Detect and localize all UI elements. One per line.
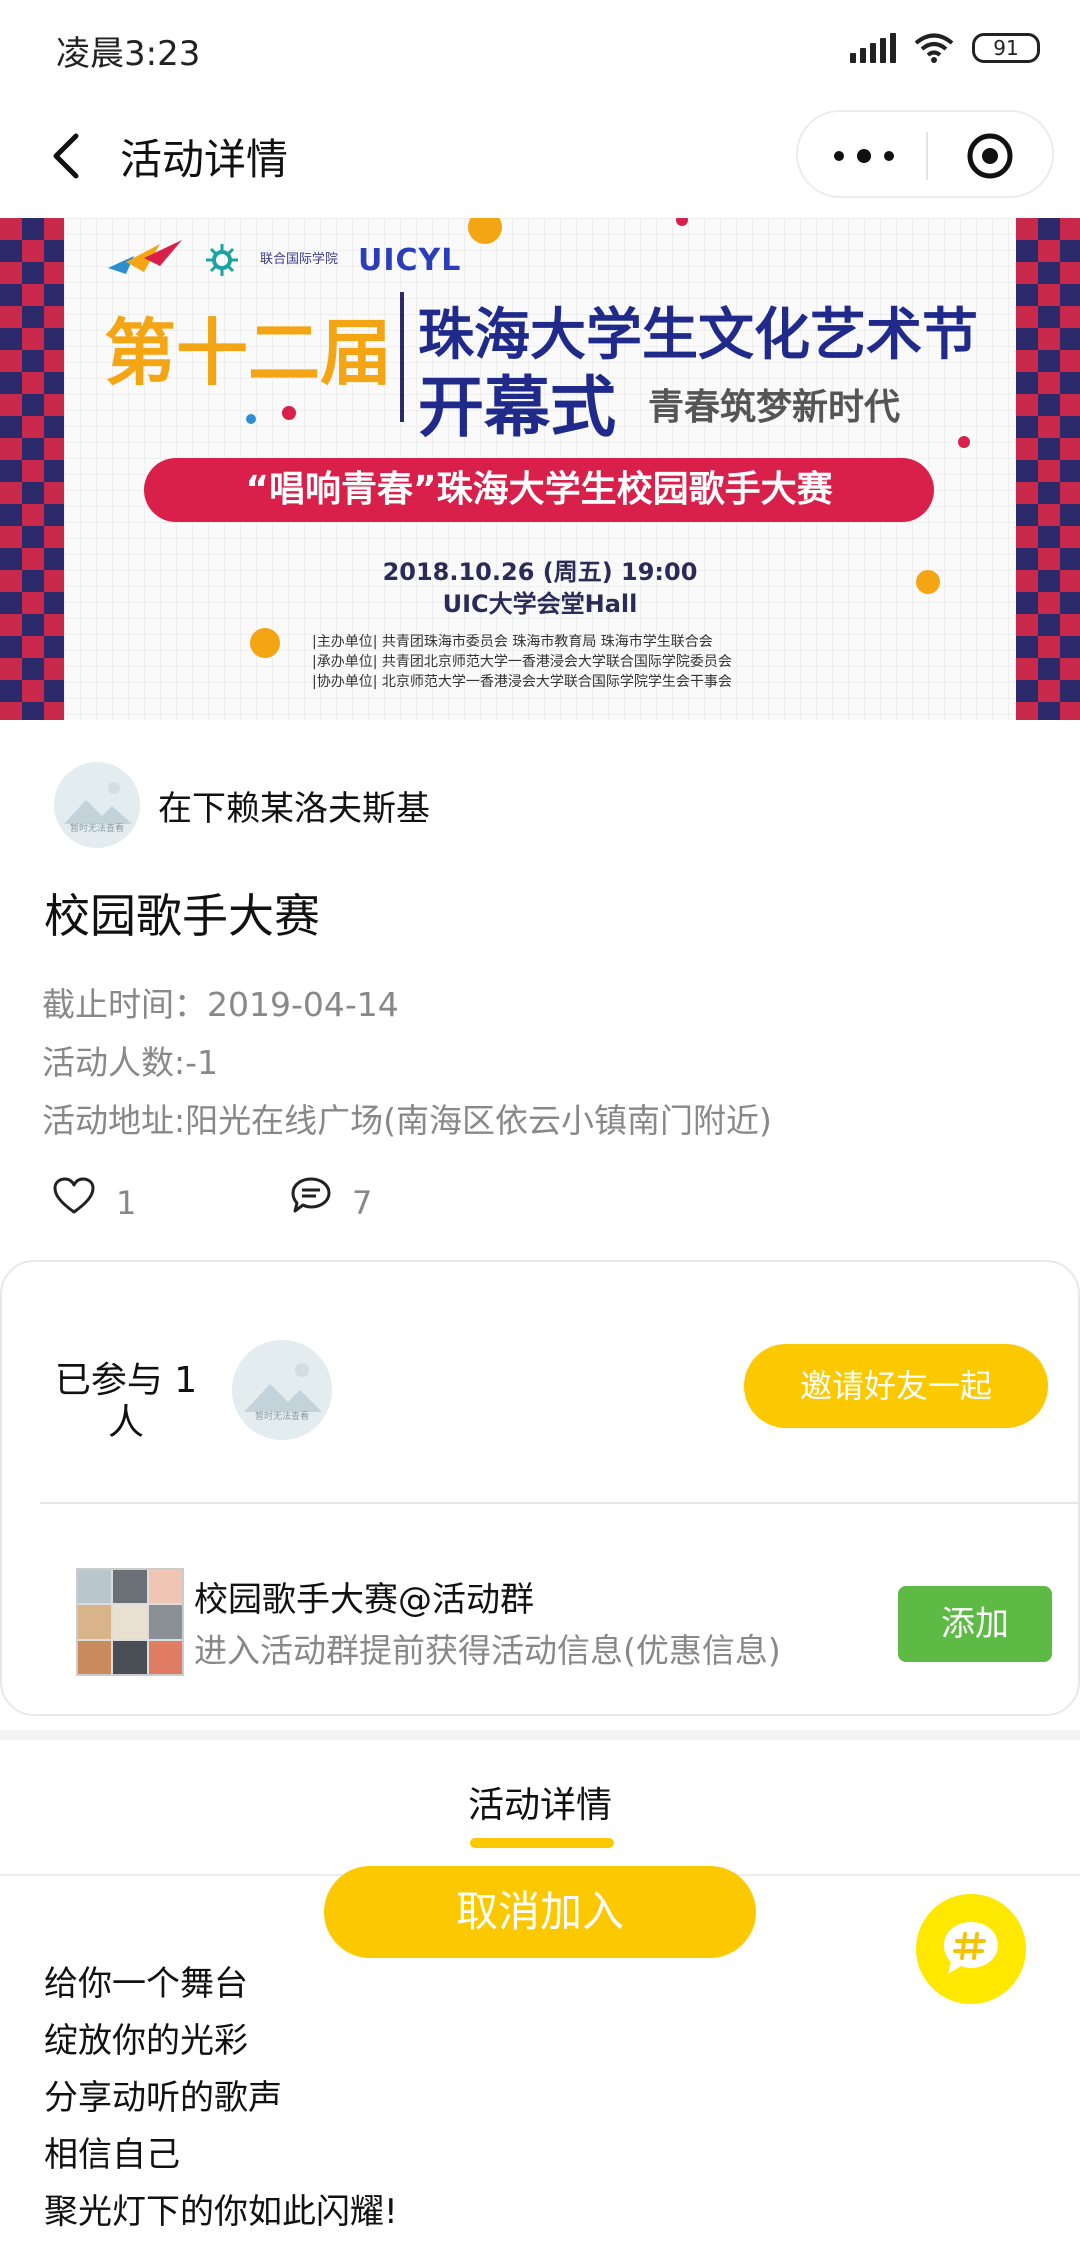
capsule-menu	[796, 110, 1054, 198]
banner-opening: 开幕式	[418, 369, 616, 446]
activity-address: 活动地址:阳光在线广场(南海区依云小镇南门附近)	[42, 1101, 772, 1140]
activity-deadline: 截止时间：2019-04-14	[42, 985, 399, 1024]
banner-dot	[282, 406, 296, 420]
like-count: 1	[116, 1184, 137, 1222]
card-divider	[40, 1502, 1080, 1504]
banner-slogan: 青春筑梦新时代	[648, 387, 901, 428]
org-host: |主办单位| 共青团珠海市委员会 珠海市教育局 珠海市学生联合会	[312, 634, 713, 650]
banner-divider	[400, 292, 404, 422]
banner-venue: UIC大学会堂Hall	[442, 590, 638, 618]
author-row[interactable]: 暂时无法查看 在下赖某洛夫斯基	[54, 762, 430, 848]
activity-description: 给你一个舞台 绽放你的光彩 分享动听的歌声 相信自己 聚光灯下的你如此闪耀!	[44, 1956, 398, 2241]
heart-icon	[53, 1177, 95, 1214]
banner-checker-right	[1016, 218, 1080, 720]
target-icon[interactable]	[966, 132, 1014, 180]
org-undertake: |承办单位| 共青团北京师范大学一香港浸会大学联合国际学院委员会	[312, 654, 732, 670]
banner-contest-ribbon: “唱响青春”珠海大学生校园歌手大赛	[144, 458, 934, 522]
banner-organizers: |主办单位| 共青团珠海市委员会 珠海市教育局 珠海市学生联合会 |承办单位| …	[312, 632, 732, 692]
banner-dot	[250, 628, 280, 658]
group-thumbnail[interactable]	[76, 1568, 184, 1676]
activity-title: 校园歌手大赛	[44, 889, 320, 943]
banner-dot	[246, 414, 256, 424]
activity-banner: 联合国际学院 UICYL 第十二届 珠海大学生文化艺术节 开幕式 青春筑梦新时代…	[0, 218, 1080, 720]
college-name: 联合国际学院	[260, 252, 339, 267]
banner-dot	[958, 436, 970, 448]
avatar: 暂时无法查看	[54, 762, 140, 848]
status-time: 凌晨3:23	[56, 34, 201, 74]
college-logo-icon	[206, 244, 238, 276]
description-line: 相信自己	[44, 2135, 180, 2175]
description-line: 分享动听的歌声	[44, 2078, 282, 2118]
author-name: 在下赖某洛夫斯基	[158, 788, 430, 829]
battery-icon: 91	[972, 33, 1040, 63]
like-button[interactable]: 1	[52, 1166, 136, 1226]
group-description: 进入活动群提前获得活动信息(优惠信息)	[194, 1631, 781, 1670]
add-group-button[interactable]: 添加	[898, 1586, 1052, 1662]
comment-count: 7	[352, 1184, 373, 1222]
joined-count-label: 已参与 1 人	[54, 1360, 198, 1443]
org-assist: |协办单位| 北京师范大学一香港浸会大学联合国际学院学生会干事会	[312, 674, 732, 690]
bird-logo-icon	[108, 240, 182, 274]
participant-avatar[interactable]: 暂时无法查看	[232, 1340, 332, 1440]
wifi-icon	[914, 33, 954, 63]
description-line: 聚光灯下的你如此闪耀!	[44, 2192, 398, 2232]
description-line: 给你一个舞台	[44, 1964, 248, 2004]
group-name: 校园歌手大赛@活动群	[194, 1580, 534, 1620]
invite-friends-button[interactable]: 邀请好友一起	[744, 1344, 1048, 1428]
uicyl-logo: UICYL	[358, 242, 462, 278]
cancel-join-button[interactable]: 取消加入	[324, 1866, 756, 1958]
description-line: 绽放你的光彩	[44, 2021, 248, 2061]
back-icon[interactable]	[38, 126, 98, 186]
avatar-placeholder-text: 暂时无法查看	[254, 1412, 309, 1422]
avatar-placeholder-text: 暂时无法查看	[69, 824, 124, 834]
banner-checker-left	[0, 218, 64, 720]
activity-count: 活动人数:-1	[42, 1043, 219, 1082]
capsule-divider	[926, 132, 928, 180]
chat-fab-button[interactable]	[916, 1894, 1026, 2004]
more-dots-icon[interactable]	[834, 112, 894, 200]
comment-icon	[291, 1177, 331, 1213]
status-bar: 凌晨3:23 91	[0, 0, 1080, 96]
tab-active-indicator	[470, 1838, 614, 1848]
banner-datetime: 2018.10.26 (周五) 19:00	[382, 558, 698, 586]
banner-edition: 第十二届	[104, 311, 393, 395]
chat-hash-icon	[944, 1922, 998, 1974]
status-icons: 91	[850, 26, 1040, 70]
signal-icon	[850, 33, 896, 63]
tab-activity-detail[interactable]: 活动详情	[0, 1776, 1080, 1828]
nav-bar: 活动详情	[0, 96, 1080, 218]
page-title: 活动详情	[120, 135, 289, 184]
banner-logos: 联合国际学院 UICYL	[104, 230, 461, 290]
comment-button[interactable]: 7	[290, 1166, 372, 1226]
